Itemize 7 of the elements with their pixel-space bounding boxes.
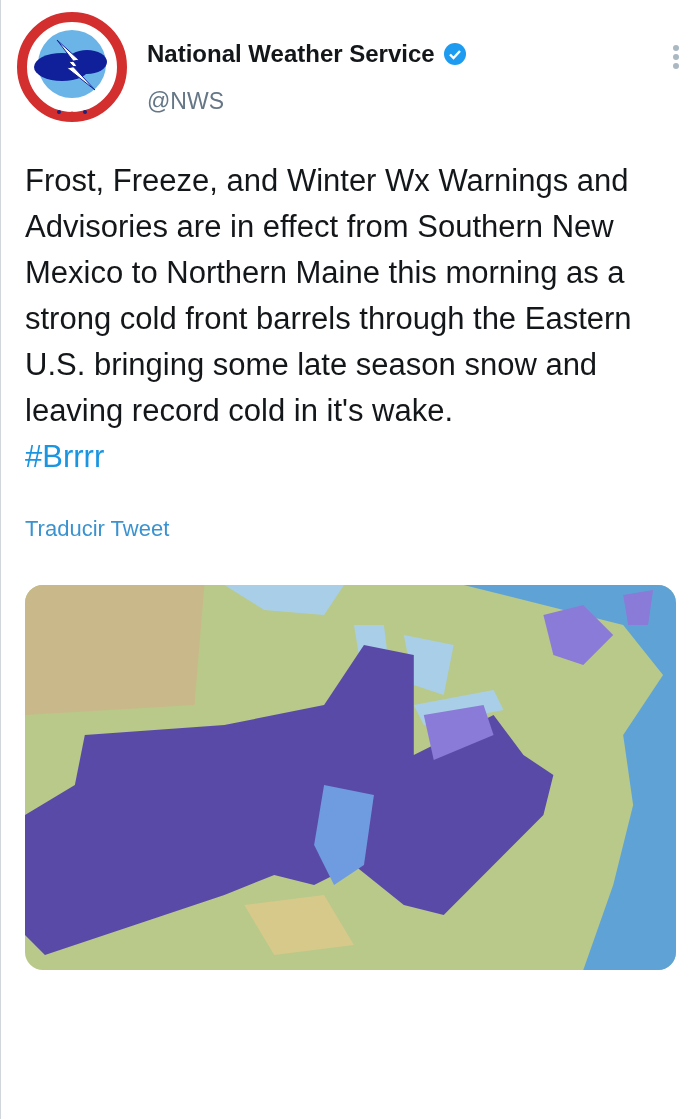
hashtag-link[interactable]: #Brrrr	[25, 434, 105, 480]
author-handle[interactable]: @NWS	[147, 84, 672, 119]
author-name[interactable]: National Weather Service	[147, 36, 435, 72]
agency-logo-icon	[17, 12, 127, 122]
tweet-text: Frost, Freeze, and Winter Wx Warnings and Advisories are in effect from Southern New Mexico to Northern Maine this morning as a strong cold front barrels through the Eastern U.S. bringing some late season snow and leaving record cold in it's wake.	[25, 162, 633, 430]
more-options-icon[interactable]	[672, 44, 680, 70]
translate-link[interactable]: Traducir Tweet	[25, 512, 170, 545]
